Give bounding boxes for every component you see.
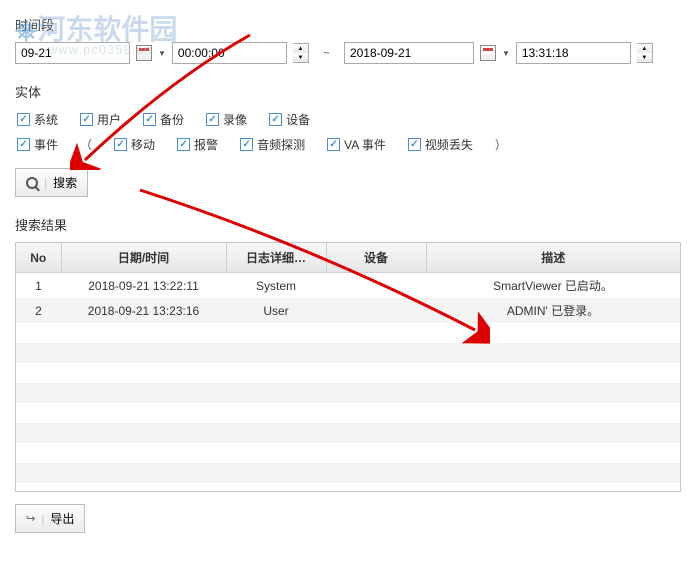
th-device[interactable]: 设备 bbox=[326, 243, 426, 273]
checkbox-label: 备份 bbox=[160, 111, 184, 128]
entity-section: 实体 系统 用户 备份 录像 设备 事件 （ 移动 报警 音频探测 VA 事件 … bbox=[15, 82, 681, 153]
results-table: No 日期/时间 日志详细… 设备 描述 12018-09-21 13:22:1… bbox=[16, 243, 680, 492]
table-cell: System bbox=[226, 273, 326, 299]
table-cell: User bbox=[226, 298, 326, 323]
table-row-empty bbox=[16, 323, 680, 343]
paren-open: （ bbox=[80, 136, 92, 153]
checkbox-label: 移动 bbox=[131, 136, 155, 153]
table-row[interactable]: 12018-09-21 13:22:11System SmartViewer 已启… bbox=[16, 273, 680, 299]
table-row-empty bbox=[16, 423, 680, 443]
search-button[interactable]: | 搜索 bbox=[15, 168, 88, 197]
calendar-icon[interactable] bbox=[136, 45, 152, 61]
checkbox-label: 报警 bbox=[194, 136, 218, 153]
entity-row-2: 事件 （ 移动 报警 音频探测 VA 事件 视频丢失 ） bbox=[15, 136, 681, 153]
checkbox-label: 音频探测 bbox=[257, 136, 305, 153]
checkbox-label: 系统 bbox=[34, 111, 58, 128]
spinner-down-icon[interactable]: ▼ bbox=[293, 53, 308, 62]
date-from-input[interactable] bbox=[15, 42, 130, 64]
checkbox-system[interactable] bbox=[17, 113, 30, 126]
table-cell: 2018-09-21 13:22:11 bbox=[61, 273, 226, 299]
time-range-row: ▼ ▲ ▼ ~ ▼ ▲ ▼ bbox=[15, 42, 681, 64]
checkbox-backup[interactable] bbox=[143, 113, 156, 126]
table-cell: SmartViewer 已启动。 bbox=[426, 273, 680, 299]
table-row-empty bbox=[16, 383, 680, 403]
th-desc[interactable]: 描述 bbox=[426, 243, 680, 273]
paren-close: ） bbox=[495, 136, 507, 153]
th-detail[interactable]: 日志详细… bbox=[226, 243, 326, 273]
checkbox-alarm[interactable] bbox=[177, 138, 190, 151]
table-row-empty bbox=[16, 483, 680, 492]
checkbox-record[interactable] bbox=[206, 113, 219, 126]
time-range-label: 时间段 bbox=[15, 15, 681, 34]
date-to-input[interactable] bbox=[344, 42, 474, 64]
table-cell bbox=[326, 273, 426, 299]
table-cell: 2018-09-21 13:23:16 bbox=[61, 298, 226, 323]
spinner-down-icon[interactable]: ▼ bbox=[637, 53, 652, 62]
entity-row-1: 系统 用户 备份 录像 设备 bbox=[15, 111, 681, 128]
table-row[interactable]: 22018-09-21 13:23:16User ADMIN' 已登录。 bbox=[16, 298, 680, 323]
table-row-empty bbox=[16, 363, 680, 383]
time-to-spinner[interactable]: ▲ ▼ bbox=[637, 43, 653, 63]
table-cell: ADMIN' 已登录。 bbox=[426, 298, 680, 323]
entity-title: 实体 bbox=[15, 82, 681, 101]
table-row-empty bbox=[16, 403, 680, 423]
checkbox-label: 设备 bbox=[286, 111, 310, 128]
table-row-empty bbox=[16, 443, 680, 463]
table-row-empty bbox=[16, 343, 680, 363]
results-box: No 日期/时间 日志详细… 设备 描述 12018-09-21 13:22:1… bbox=[15, 242, 681, 492]
table-row-empty bbox=[16, 463, 680, 483]
checkbox-audio[interactable] bbox=[240, 138, 253, 151]
export-button-label: 导出 bbox=[50, 510, 74, 527]
checkbox-label: 用户 bbox=[97, 111, 121, 128]
range-separator: ~ bbox=[323, 46, 330, 60]
table-cell: 2 bbox=[16, 298, 61, 323]
checkbox-event[interactable] bbox=[17, 138, 30, 151]
checkbox-motion[interactable] bbox=[114, 138, 127, 151]
dropdown-icon[interactable]: ▼ bbox=[158, 49, 166, 58]
calendar-icon[interactable] bbox=[480, 45, 496, 61]
spinner-up-icon[interactable]: ▲ bbox=[637, 44, 652, 53]
results-title: 搜索结果 bbox=[15, 215, 681, 234]
button-divider: | bbox=[41, 512, 44, 526]
time-to-input[interactable] bbox=[516, 42, 631, 64]
checkbox-videoloss[interactable] bbox=[408, 138, 421, 151]
search-icon bbox=[26, 177, 38, 189]
th-no[interactable]: No bbox=[16, 243, 61, 273]
spinner-up-icon[interactable]: ▲ bbox=[293, 44, 308, 53]
button-divider: | bbox=[44, 176, 47, 190]
table-cell bbox=[326, 298, 426, 323]
dropdown-icon[interactable]: ▼ bbox=[502, 49, 510, 58]
checkbox-label: VA 事件 bbox=[344, 136, 386, 153]
th-datetime[interactable]: 日期/时间 bbox=[61, 243, 226, 273]
table-cell: 1 bbox=[16, 273, 61, 299]
checkbox-label: 录像 bbox=[223, 111, 247, 128]
time-from-input[interactable] bbox=[172, 42, 287, 64]
checkbox-va[interactable] bbox=[327, 138, 340, 151]
checkbox-device[interactable] bbox=[269, 113, 282, 126]
time-from-spinner[interactable]: ▲ ▼ bbox=[293, 43, 309, 63]
checkbox-user[interactable] bbox=[80, 113, 93, 126]
export-icon: ↪ bbox=[26, 512, 35, 525]
checkbox-label: 事件 bbox=[34, 136, 58, 153]
search-button-label: 搜索 bbox=[53, 174, 77, 191]
export-button[interactable]: ↪ | 导出 bbox=[15, 504, 85, 533]
checkbox-label: 视频丢失 bbox=[425, 136, 473, 153]
